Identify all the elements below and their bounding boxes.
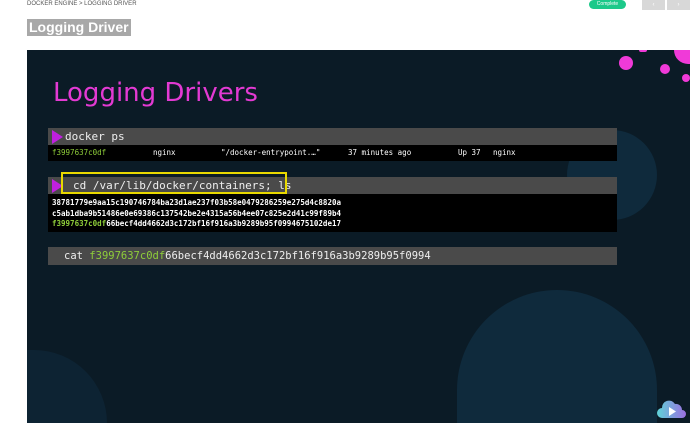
id-prefix: f3997637c0df bbox=[52, 219, 107, 228]
id-rest: 66becf4dd4662d3c172bf16f916a3b9289b95f09… bbox=[106, 219, 341, 228]
container-id: f3997637c0df bbox=[52, 148, 107, 157]
container-name: nginx bbox=[493, 148, 516, 157]
decor-circle bbox=[457, 290, 657, 423]
breadcrumb[interactable]: DOCKER ENGINE > LOGGING DRIVER bbox=[27, 1, 137, 7]
decor-dot bbox=[619, 56, 633, 70]
ps-output: f3997637c0df nginx "/docker-entrypoint.…… bbox=[48, 145, 617, 161]
decor-dot bbox=[660, 64, 670, 74]
command-text: cat bbox=[64, 250, 83, 262]
command-bar-docker-ps: docker ps bbox=[48, 128, 617, 145]
cloud-play-logo-icon bbox=[657, 400, 686, 418]
id-prefix: f3997637c0df bbox=[89, 250, 166, 262]
slide-title: Logging Drivers bbox=[53, 78, 258, 108]
container-image: nginx bbox=[153, 148, 176, 157]
ls-line: 38781779e9aa15c190746784ba23d1ae237f03b5… bbox=[52, 198, 341, 207]
decor-dot bbox=[639, 50, 647, 52]
prev-button[interactable]: ‹ bbox=[642, 0, 665, 10]
play-triangle-icon bbox=[52, 130, 63, 144]
container-created: 37 minutes ago bbox=[348, 148, 412, 157]
status-badge: Complete bbox=[589, 0, 626, 9]
ls-line: c5ab1dba9b51486e0e69386c137542be2e4315a5… bbox=[52, 208, 341, 218]
page-title: Logging Driver bbox=[27, 19, 131, 36]
ls-output: 38781779e9aa15c190746784ba23d1ae237f03b5… bbox=[48, 194, 617, 232]
video-slide[interactable]: Logging Drivers docker ps f3997637c0df n… bbox=[27, 50, 690, 423]
id-rest: 66becf4dd4662d3c172bf16f916a3b9289b95f09… bbox=[165, 250, 431, 262]
ls-line: f3997637c0df66becf4dd4662d3c172bf16f916a… bbox=[48, 219, 617, 230]
decor-dot bbox=[682, 74, 690, 82]
container-status: Up 37 bbox=[458, 148, 481, 157]
container-command: "/docker-entrypoint.…" bbox=[221, 148, 321, 157]
highlight-box bbox=[61, 172, 287, 194]
command-text: docker ps bbox=[65, 130, 125, 143]
decor-circle bbox=[27, 350, 107, 423]
command-bar-cat: cat f3997637c0df66becf4dd4662d3c172bf16f… bbox=[48, 247, 617, 265]
next-button[interactable]: › bbox=[667, 0, 690, 10]
decor-dot bbox=[674, 50, 690, 64]
